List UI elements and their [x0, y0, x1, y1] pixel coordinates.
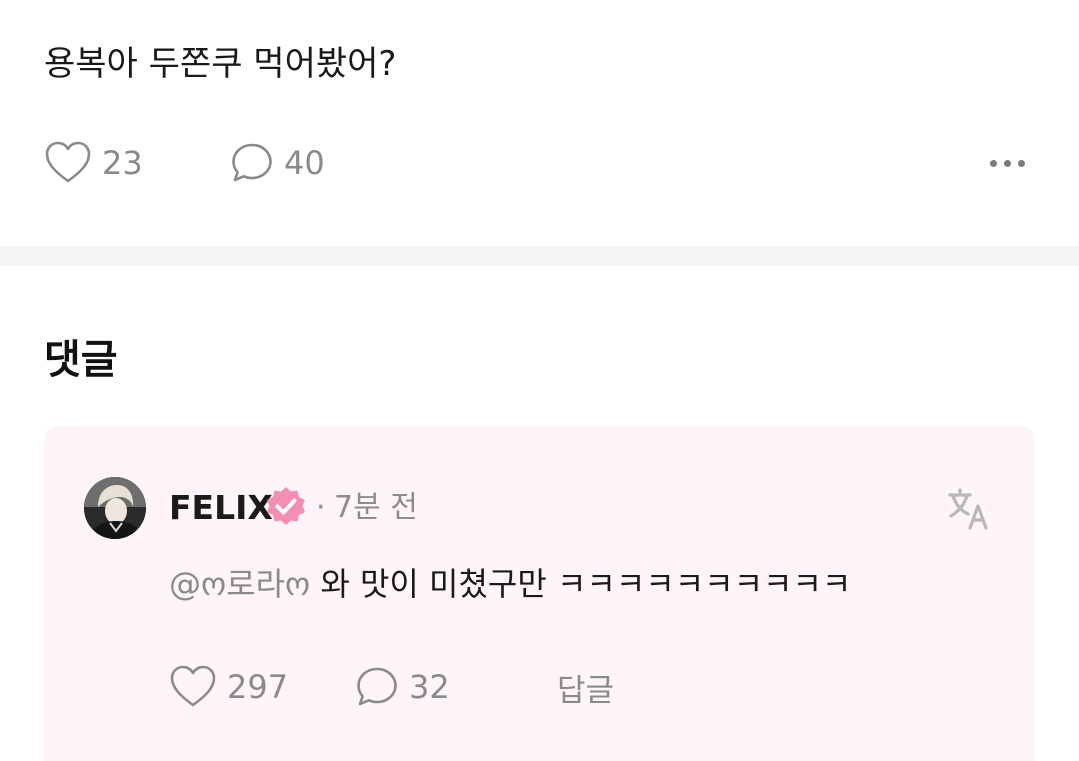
more-horizontal-icon: [1003, 159, 1011, 167]
comment-timestamp: 7분 전: [334, 490, 418, 525]
comment-reply-count-button[interactable]: 32: [355, 662, 450, 712]
post-like-button[interactable]: 23: [44, 138, 143, 188]
heart-icon: [45, 141, 91, 183]
more-options-button[interactable]: [979, 138, 1035, 188]
post-comment-count: 40: [284, 144, 325, 182]
post-comment-button[interactable]: 40: [230, 138, 325, 188]
more-horizontal-icon: [989, 159, 997, 167]
comment-card: FELIX · 7분 전 @ო로라ო 와 맛이 미쳤구만 ㅋㅋㅋㅋㅋㅋㅋㅋㅋㅋ …: [44, 426, 1035, 761]
comment-like-button[interactable]: 297: [169, 662, 288, 712]
meta-separator: ·: [316, 490, 326, 525]
comment-mention[interactable]: @ო로라ო: [169, 565, 310, 603]
comment-author-name[interactable]: FELIX: [169, 486, 273, 530]
speech-bubble-icon: [232, 143, 272, 182]
more-horizontal-icon: [1017, 159, 1025, 167]
comment-text: @ო로라ო 와 맛이 미쳤구만 ㅋㅋㅋㅋㅋㅋㅋㅋㅋㅋ: [169, 560, 851, 608]
verified-badge-icon: [267, 487, 305, 525]
comment-actions: 297 32 답글: [169, 662, 969, 712]
comment-body: 와 맛이 미쳤구만 ㅋㅋㅋㅋㅋㅋㅋㅋㅋㅋ: [310, 565, 852, 603]
section-divider: [0, 246, 1079, 266]
avatar[interactable]: [84, 477, 146, 539]
post-actions: 23 40: [44, 138, 1035, 188]
comment-reply-count: 32: [409, 668, 450, 706]
post-like-count: 23: [102, 144, 143, 182]
comments-section-title: 댓글: [44, 337, 118, 383]
avatar-image: [84, 477, 146, 539]
post-text: 용복아 두쫀쿠 먹어봤어?: [44, 44, 397, 84]
post-page: 용복아 두쫀쿠 먹어봤어? 23 40 댓글 FELIX · 7분 전 @ო로라…: [0, 0, 1079, 761]
heart-icon: [170, 665, 216, 707]
speech-bubble-icon: [357, 667, 397, 706]
reply-button[interactable]: 답글: [557, 662, 614, 712]
translate-icon[interactable]: [946, 486, 992, 532]
comment-like-count: 297: [227, 668, 289, 706]
